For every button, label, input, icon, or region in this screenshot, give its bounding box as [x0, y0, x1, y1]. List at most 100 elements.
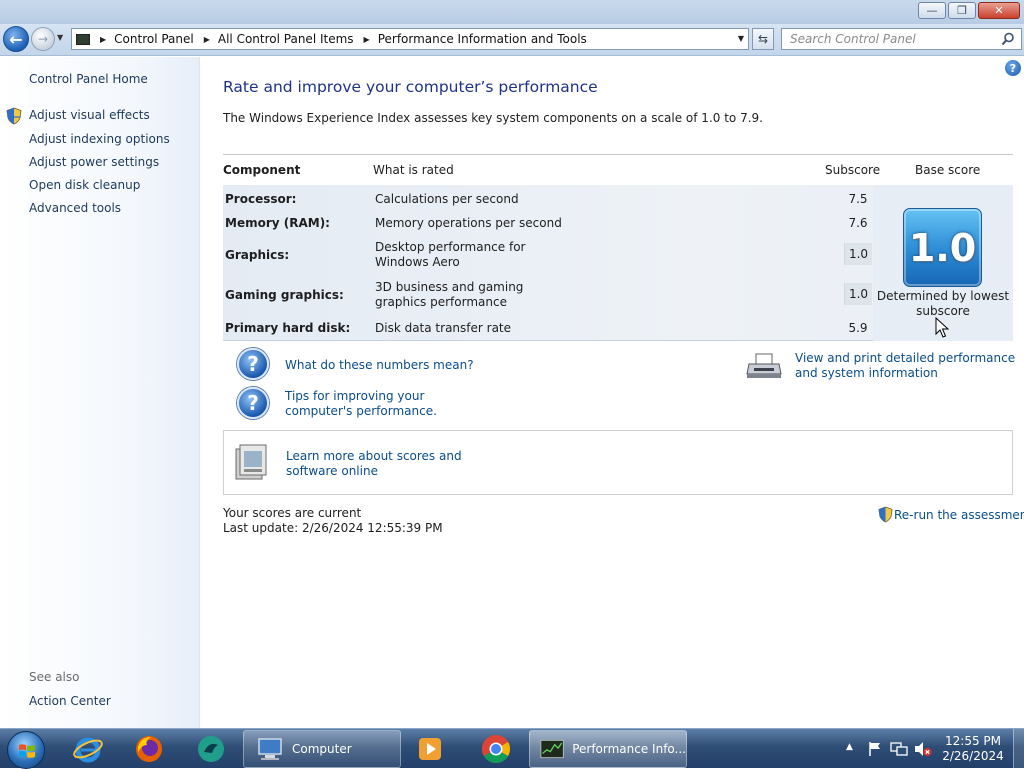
recent-pages-dropdown[interactable]: ▼	[57, 33, 63, 42]
clock-date: 2/26/2024	[942, 749, 1004, 763]
table-row: Processor: Calculations per second 7.5	[223, 187, 873, 209]
subscore-value: 7.5	[848, 192, 868, 206]
show-desktop-button[interactable]	[1013, 729, 1024, 769]
base-score-tile: 1.0	[903, 208, 982, 287]
control-panel-icon	[76, 33, 90, 45]
table-row: Memory (RAM): Memory operations per seco…	[223, 211, 873, 233]
uac-shield-icon	[6, 107, 22, 125]
mouse-cursor-icon	[935, 317, 949, 338]
score-table: Processor: Calculations per second 7.5 M…	[223, 185, 1013, 341]
breadcrumb-all-items[interactable]: All Control Panel Items	[218, 32, 354, 46]
task-pane: Control Panel Home Adjust visual effects…	[0, 57, 200, 728]
sidebar-item-action-center[interactable]: Action Center	[29, 694, 111, 708]
refresh-button[interactable]: ⇆	[752, 28, 774, 50]
breadcrumb-separator-icon[interactable]: ▶	[100, 35, 106, 44]
forward-arrow-icon: →	[37, 32, 49, 46]
start-button[interactable]	[7, 731, 45, 769]
back-button[interactable]: ←	[3, 26, 29, 52]
windows-logo-icon	[19, 744, 35, 758]
component-name: Memory (RAM):	[225, 216, 330, 230]
subscore-value: 1.0	[844, 243, 872, 265]
taskbar-button-computer[interactable]: Computer	[243, 730, 401, 768]
page-title: Rate and improve your computer’s perform…	[223, 78, 598, 96]
navigation-bar: ← → ▼ ▶ Control Panel ▶ All Control Pane…	[0, 24, 1024, 56]
performance-monitor-icon	[540, 739, 564, 759]
system-clock[interactable]: 12:55 PM 2/26/2024	[940, 734, 1006, 764]
title-bar: — ❐ ✕	[0, 0, 1024, 24]
address-dropdown-icon[interactable]: ▼	[738, 34, 744, 43]
taskbar-button-label: Computer	[292, 742, 352, 756]
component-description: Desktop performance for Windows Aero	[375, 240, 526, 269]
help-icon[interactable]: ?	[1005, 60, 1021, 76]
sidebar-item-adjust-indexing-options[interactable]: Adjust indexing options	[29, 132, 170, 146]
scores-status: Your scores are current	[223, 506, 362, 520]
search-placeholder: Search Control Panel	[790, 32, 916, 46]
computer-icon	[258, 738, 282, 760]
page-description: The Windows Experience Index assesses ke…	[223, 111, 763, 125]
search-icon[interactable]	[1001, 32, 1015, 46]
table-row: Primary hard disk: Disk data transfer ra…	[223, 316, 873, 338]
breadcrumb-performance[interactable]: Performance Information and Tools	[378, 32, 587, 46]
question-icon: ?	[237, 387, 269, 419]
address-bar[interactable]: ▶ Control Panel ▶ All Control Panel Item…	[71, 28, 749, 50]
show-hidden-icons-icon[interactable]: ▲	[846, 742, 853, 752]
component-name: Processor:	[225, 192, 297, 206]
firefox-icon[interactable]	[133, 733, 165, 765]
clock-time: 12:55 PM	[945, 734, 1001, 748]
column-header-base-score: Base score	[915, 163, 981, 177]
chrome-icon[interactable]	[480, 733, 512, 765]
rerun-assessment-label: Re-run the assessment	[894, 507, 1024, 522]
breadcrumb-separator-icon[interactable]: ▶	[364, 35, 370, 44]
breadcrumb-control-panel[interactable]: Control Panel	[114, 32, 194, 46]
internet-explorer-icon[interactable]	[72, 733, 104, 765]
subscore-value: 7.6	[848, 216, 868, 230]
maximize-button[interactable]: ❐	[948, 2, 976, 19]
uac-shield-icon	[878, 506, 893, 523]
taskbar-button-performance-info[interactable]: Performance Info...	[529, 730, 687, 768]
taskbar-button-label: Performance Info...	[572, 742, 686, 756]
component-name: Graphics:	[225, 248, 290, 262]
column-header-component: Component	[223, 163, 301, 177]
view-print-details-link[interactable]: View and print detailed performance and …	[795, 351, 1017, 381]
subscore-value: 5.9	[848, 321, 868, 335]
search-input[interactable]: Search Control Panel	[781, 28, 1022, 50]
tips-improving-performance-link[interactable]: Tips for improving your computer's perfo…	[285, 389, 495, 419]
subscore-value: 1.0	[844, 283, 872, 305]
sidebar-item-advanced-tools[interactable]: Advanced tools	[29, 201, 121, 215]
component-description: Memory operations per second	[375, 216, 562, 230]
volume-muted-icon[interactable]	[914, 741, 932, 757]
learn-more-box: Learn more about scores and software onl…	[223, 430, 1013, 495]
sidebar-item-adjust-power-settings[interactable]: Adjust power settings	[29, 155, 159, 169]
score-table-header: Component What is rated Subscore Base sc…	[223, 154, 1013, 185]
minimize-button[interactable]: —	[918, 2, 946, 19]
software-book-icon	[235, 444, 267, 480]
forward-button[interactable]: →	[31, 27, 55, 51]
network-icon[interactable]	[890, 741, 908, 757]
sidebar-item-adjust-visual-effects[interactable]: Adjust visual effects	[29, 108, 150, 122]
back-arrow-icon: ←	[9, 29, 23, 49]
sidebar-item-open-disk-cleanup[interactable]: Open disk cleanup	[29, 178, 140, 192]
table-row: Graphics: Desktop performance for Window…	[223, 237, 873, 271]
taskbar: Computer Performance Info... ▲ 12:55 PM …	[0, 728, 1024, 769]
breadcrumb-separator-icon[interactable]: ▶	[204, 35, 210, 44]
component-description: Calculations per second	[375, 192, 519, 206]
last-update: Last update: 2/26/2024 12:55:39 PM	[223, 521, 443, 535]
component-description: Disk data transfer rate	[375, 321, 512, 335]
media-player-icon[interactable]	[414, 733, 446, 765]
window-controls: — ❐ ✕	[918, 2, 1020, 19]
rerun-assessment-link[interactable]: Re-run the assessment	[878, 506, 1024, 523]
close-button[interactable]: ✕	[978, 2, 1020, 19]
base-score-note: Determined by lowest subscore	[876, 289, 1010, 318]
column-header-what-is-rated: What is rated	[373, 163, 454, 177]
what-do-numbers-mean-link[interactable]: What do these numbers mean?	[285, 358, 474, 373]
learn-more-scores-link[interactable]: Learn more about scores and software onl…	[286, 449, 506, 479]
table-row: Gaming graphics: 3D business and gaming …	[223, 277, 873, 311]
question-icon: ?	[237, 348, 269, 380]
printer-icon	[746, 353, 782, 378]
control-panel-home-link[interactable]: Control Panel Home	[29, 72, 148, 86]
column-header-subscore: Subscore	[825, 163, 881, 177]
action-center-flag-icon[interactable]	[867, 741, 883, 757]
media-app-icon[interactable]	[195, 733, 227, 765]
component-name: Gaming graphics:	[225, 288, 344, 302]
breadcrumb: ▶ Control Panel ▶ All Control Panel Item…	[90, 32, 587, 46]
